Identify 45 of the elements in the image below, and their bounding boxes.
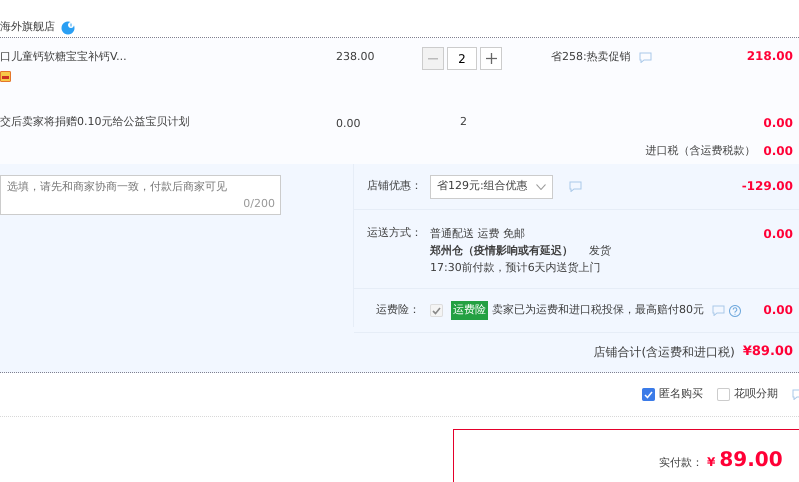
payment-amount: 89.00 (719, 448, 783, 470)
quantity: 2 (459, 114, 468, 130)
subtotal: 0.00 (763, 116, 793, 130)
checkbox[interactable] (717, 388, 730, 401)
item-price: 0.00 (335, 116, 362, 132)
shipping-label: 运送方式： (366, 225, 423, 241)
insurance-label: 运费险： (375, 302, 421, 318)
chevron-down-icon (536, 184, 546, 190)
insurance-tag: 运费险 (451, 301, 488, 320)
shipping-method: 普通配送 运费 免邮 (430, 226, 526, 242)
help-icon (729, 304, 741, 316)
comment-icon (638, 52, 652, 63)
store-total-amount: ¥89.00 (742, 342, 793, 361)
shipping-amount: 0.00 (763, 227, 793, 241)
chat-bubble-icon (61, 20, 75, 34)
dispatch-note: 发货 (589, 243, 611, 259)
increase-button[interactable] (480, 47, 502, 70)
product-title[interactable]: 口儿童钙软糖宝宝补钙V... (0, 49, 300, 66)
payment-label: 实付款： (659, 455, 703, 471)
character-counter: 0/200 (243, 196, 275, 212)
minus-icon (428, 58, 438, 60)
checkbox[interactable] (642, 388, 655, 401)
coupon-amount: -129.00 (742, 179, 793, 194)
promotion-label: 省258:热卖促销 (551, 49, 631, 65)
coupon-label: 店铺优惠： (366, 178, 423, 194)
store-name[interactable]: 海外旗舰店 (0, 19, 55, 36)
store-total-label: 店铺合计(含运费和进口税) (593, 344, 735, 360)
subtotal: 218.00 (746, 49, 793, 63)
comment-icon (712, 304, 725, 316)
tag-icon (0, 70, 11, 82)
option-label[interactable]: 花呗分期 (734, 386, 778, 403)
coupon-dropdown[interactable]: 省129元:组合优惠 (430, 174, 553, 198)
donation-note: 交后卖家将捐赠0.10元给公益宝贝计划 (0, 114, 190, 130)
quantity-field[interactable]: 2 (447, 47, 477, 70)
comment-icon (568, 180, 582, 192)
warehouse: 郑州仓（疫情影响或有延迟） (430, 243, 573, 259)
import-tax-amount: 0.00 (763, 143, 793, 160)
plus-icon (486, 53, 496, 64)
option-label[interactable]: 匿名购买 (659, 386, 703, 403)
import-tax-label: 进口税（含运费税款） (645, 142, 756, 159)
insurance-description: 卖家已为运费和进口税投保，最高赔付80元 (492, 302, 704, 318)
currency-symbol: ¥ (707, 454, 716, 471)
delivery-estimate: 17:30前付款，预计6天内送货上门 (430, 260, 602, 276)
item-price: 238.00 (335, 49, 376, 65)
insurance-amount: 0.00 (763, 303, 793, 318)
